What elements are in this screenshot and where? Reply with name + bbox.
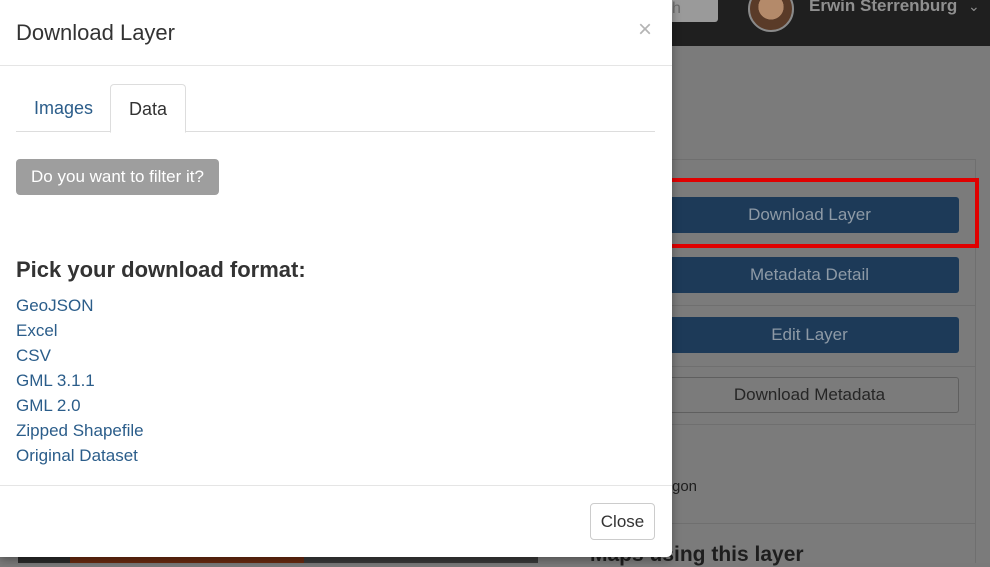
modal-title: Download Layer: [16, 20, 175, 45]
metadata-detail-button[interactable]: Metadata Detail: [660, 257, 959, 293]
modal-tabs: Images Data: [16, 84, 655, 133]
user-menu-name[interactable]: Erwin Sterrenburg: [809, 0, 957, 16]
divider: [672, 305, 976, 306]
format-link-excel[interactable]: Excel: [16, 321, 58, 340]
modal-header: Download Layer ×: [0, 0, 672, 66]
divider: [672, 523, 976, 524]
close-icon[interactable]: ×: [638, 16, 652, 44]
download-metadata-button[interactable]: Download Metadata: [660, 377, 959, 413]
filter-button[interactable]: Do you want to filter it?: [16, 159, 219, 195]
layer-attribute-text: gon: [672, 478, 698, 495]
thumbnail-image: [18, 556, 538, 563]
format-link-original-dataset[interactable]: Original Dataset: [16, 446, 138, 465]
format-link-gml-311[interactable]: GML 3.1.1: [16, 371, 95, 390]
divider: [672, 424, 976, 425]
close-button[interactable]: Close: [590, 503, 655, 540]
format-heading: Pick your download format:: [16, 257, 306, 282]
divider: [672, 366, 976, 367]
format-link-zipped-shapefile[interactable]: Zipped Shapefile: [16, 421, 144, 440]
format-link-csv[interactable]: CSV: [16, 346, 51, 365]
format-link-gml-20[interactable]: GML 2.0: [16, 396, 81, 415]
tab-data[interactable]: Data: [110, 84, 187, 133]
modal-footer-divider: [0, 485, 672, 486]
chevron-down-icon[interactable]: ⌄: [968, 0, 980, 15]
format-link-geojson[interactable]: GeoJSON: [16, 296, 93, 315]
highlight-box: [643, 178, 979, 248]
download-layer-modal: Download Layer × Images Data Do you want…: [0, 0, 672, 557]
edit-layer-button[interactable]: Edit Layer: [660, 317, 959, 353]
tab-images[interactable]: Images: [16, 84, 111, 133]
divider: [672, 159, 976, 160]
format-list: GeoJSON Excel CSV GML 3.1.1 GML 2.0 Zipp…: [16, 293, 144, 468]
